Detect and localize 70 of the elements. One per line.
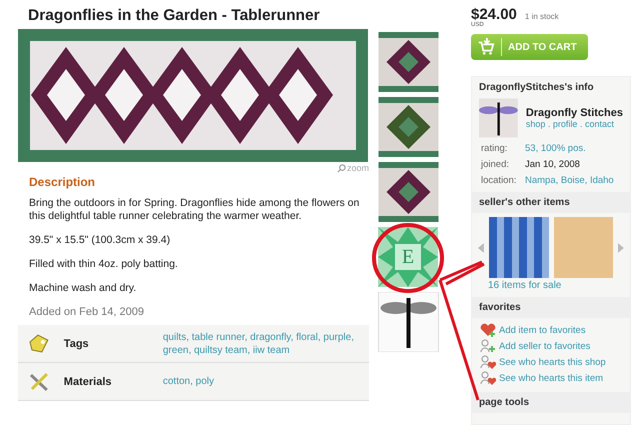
listing-title: Dragonflies in the Garden - Tablerunner (28, 7, 321, 25)
comma: , (188, 344, 192, 356)
person-plus-icon (480, 339, 496, 353)
tag-link[interactable]: poly (196, 376, 214, 387)
dragonfly-thumbnail[interactable] (378, 292, 439, 352)
favorites-link[interactable]: Add item to favorites (499, 324, 586, 336)
fact-label: location: (481, 175, 518, 186)
seller-link[interactable]: shop (526, 119, 546, 129)
dragonfly-avatar-icon[interactable] (479, 98, 518, 138)
other-items-heading: seller's other items (472, 192, 630, 213)
star-badge-thumbnail[interactable]: E (378, 227, 438, 287)
tag-link[interactable]: floral (296, 332, 318, 342)
tag-link[interactable]: green (162, 344, 188, 356)
page-tools-heading: page tools (472, 392, 630, 413)
fact-label: joined: (481, 159, 510, 170)
favorites-heading: favorites (472, 297, 630, 318)
favorites-link[interactable]: Add seller to favorites (499, 340, 590, 352)
comma: , (247, 344, 250, 356)
items-for-sale-link[interactable]: 16 items for sale (472, 280, 630, 291)
quilt-photo-placeholder[interactable] (18, 29, 368, 162)
seller-link[interactable]: contact (584, 119, 614, 129)
cart-icon (477, 38, 495, 56)
description-paragraph: Filled with thin 4oz. poly batting. (29, 258, 179, 271)
tag-link[interactable]: quiltsy team (194, 344, 248, 356)
seller-link[interactable]: profile (552, 119, 578, 129)
seller-name: Dragonfly Stitches (526, 107, 623, 119)
tools-icon (28, 372, 50, 392)
tag-link[interactable]: iiw team (252, 344, 290, 356)
tag-link[interactable]: table runner (192, 332, 245, 342)
heart-plus-icon (480, 323, 496, 337)
comma: , (290, 332, 294, 342)
favorites-link[interactable]: See who hearts this shop (499, 356, 606, 368)
price: $24.00 (471, 8, 517, 22)
fact-label: rating: (481, 143, 508, 154)
annotation-circle (372, 223, 444, 293)
detail-label: Tags (64, 338, 90, 350)
comma: , (244, 332, 248, 342)
person-heart-icon (480, 355, 496, 369)
add-to-cart-button[interactable]: ADD TO CART (471, 34, 588, 60)
search-icon (336, 164, 346, 172)
person-heart-icon (480, 371, 496, 385)
zoom-link[interactable]: zoom (336, 162, 369, 174)
comma: , (190, 376, 193, 387)
tag-link[interactable]: dragonfly (250, 332, 291, 342)
tag-icon (28, 334, 50, 354)
separator: . (548, 119, 550, 129)
quilt-thumbnail[interactable] (378, 32, 439, 92)
comma: , (318, 332, 321, 342)
description-heading: Description (29, 175, 96, 189)
favorites-link[interactable]: See who hearts this item (499, 372, 604, 384)
quilt-thumbnail[interactable] (378, 97, 439, 157)
badge-letter: E (400, 245, 416, 270)
separator: . (580, 119, 582, 129)
comma: , (351, 332, 354, 342)
description-paragraph: Bring the outdoors in for Spring. Dragonflies hide among the flowers on this delightful table runner celebrating the warmer weather. (29, 197, 360, 223)
quilt-thumbnail[interactable] (378, 162, 439, 222)
fact-value: Jan 10, 2008 (525, 159, 580, 170)
comma: , (186, 332, 189, 342)
description-paragraph: 39.5" x 15.5" (100.3cm x 39.4) (29, 234, 172, 247)
seller-info-heading: DragonflyStitches's info (478, 81, 595, 95)
fact-link[interactable]: 53, 100% pos. (525, 143, 586, 154)
star-pattern-icon (378, 227, 438, 287)
detail-label: Materials (64, 376, 112, 388)
stock-count: 1 in stock (524, 12, 559, 21)
tag-link[interactable]: cotton (162, 376, 190, 387)
fact-link[interactable]: Nampa, Boise, Idaho (525, 175, 614, 186)
description-paragraph: Machine wash and dry. (29, 282, 138, 295)
tag-link[interactable]: purple (323, 332, 352, 342)
added-date: Added on Feb 14, 2009 (29, 306, 145, 318)
tag-link[interactable]: quilts (162, 332, 186, 342)
